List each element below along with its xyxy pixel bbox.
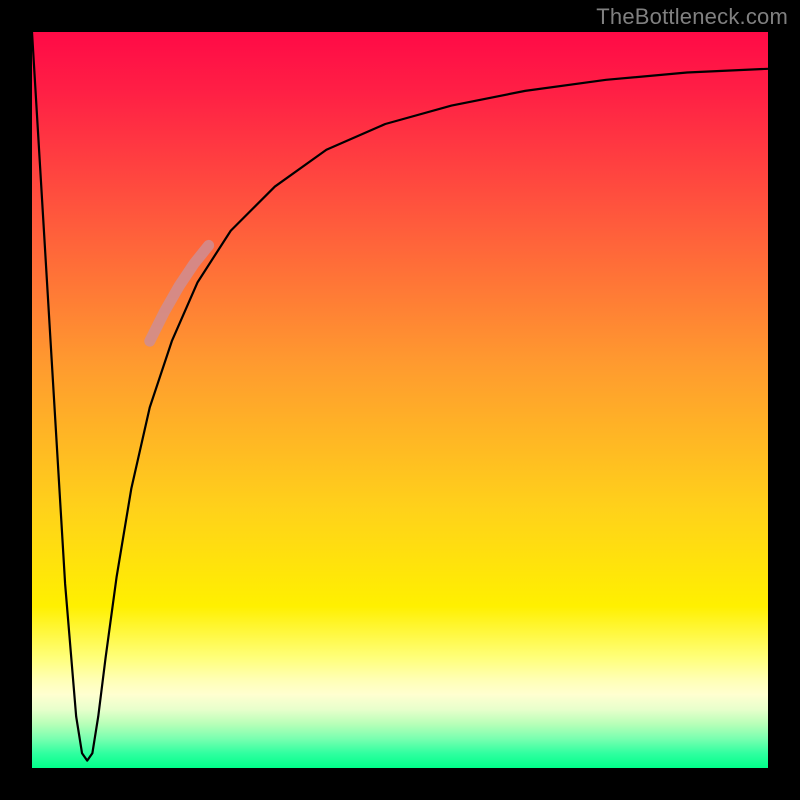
watermark-text: TheBottleneck.com — [596, 4, 788, 30]
curve-layer — [32, 32, 768, 768]
bottleneck-curve — [32, 32, 768, 761]
plot-area — [32, 32, 768, 768]
chart-stage: TheBottleneck.com — [0, 0, 800, 800]
